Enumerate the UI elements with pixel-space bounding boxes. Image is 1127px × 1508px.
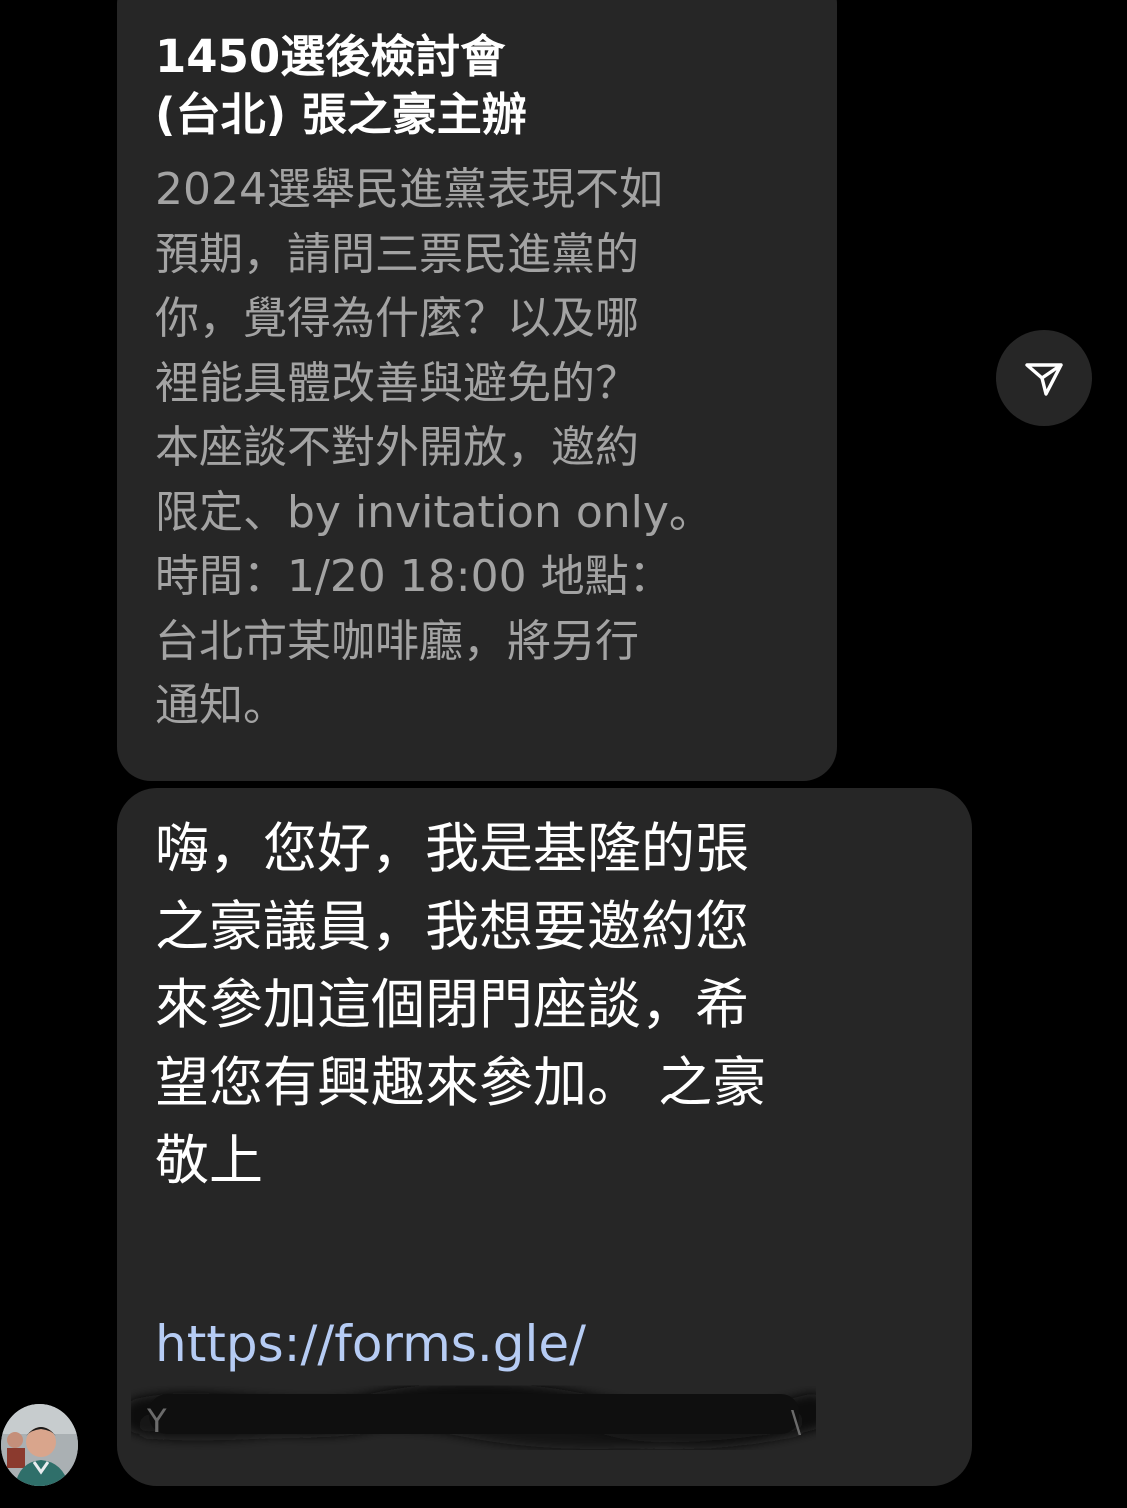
svg-text:\: \: [791, 1405, 802, 1440]
sender-avatar[interactable]: [1, 1404, 78, 1486]
form-link[interactable]: https://forms.gle/: [155, 1314, 942, 1374]
shared-post-title: 1450選後檢討會 (台北) 張之豪主辦: [155, 30, 527, 141]
shared-link-card[interactable]: 1450選後檢討會 (台北) 張之豪主辦 2024選舉民進黨表現不如 預期，請問…: [117, 0, 837, 781]
message-text: 嗨，您好，我是基隆的張 之豪議員，我想要邀約您 來參加這個閉門座談，希 望您有興…: [155, 817, 767, 1192]
redaction-scribble: Y \: [131, 1382, 816, 1449]
share-button[interactable]: [996, 330, 1092, 426]
avatar-photo: [1, 1404, 78, 1486]
message-bubble: 嗨，您好，我是基隆的張 之豪議員，我想要邀約您 來參加這個閉門座談，希 望您有興…: [117, 788, 972, 1486]
shared-post-description: 2024選舉民進黨表現不如 預期，請問三票民進黨的 你，覺得為什麼？以及哪 裡能…: [155, 164, 713, 731]
paper-plane-icon: [1025, 363, 1063, 396]
svg-text:Y: Y: [146, 1402, 167, 1440]
